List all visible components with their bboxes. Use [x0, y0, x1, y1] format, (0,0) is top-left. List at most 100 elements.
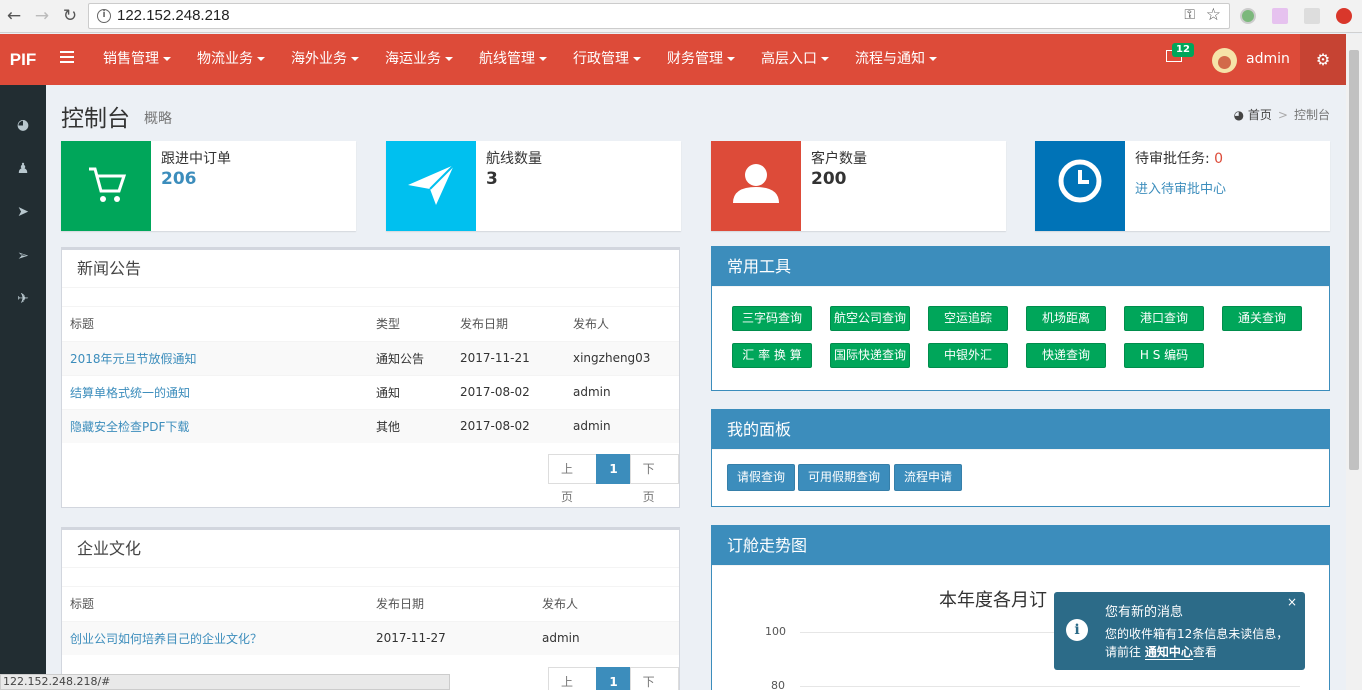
table-row: 结算单格式统一的通知 通知 2017-08-02 admin: [62, 374, 679, 409]
tool-airport-distance-button[interactable]: 机场距离: [1026, 306, 1106, 331]
plane-icon[interactable]: ✈: [15, 291, 31, 307]
tool-air-tracking-button[interactable]: 空运追踪: [928, 306, 1008, 331]
back-icon[interactable]: ←: [4, 6, 24, 26]
tool-exchange-rate-button[interactable]: 汇 率 换 算: [732, 343, 812, 368]
culture-table: 标题 发布日期 发布人 创业公司如何培养目己的企业文化？ 2017-11-27 …: [62, 587, 679, 655]
breadcrumb: ◕ 首页 > 控制台: [1233, 108, 1330, 122]
news-link[interactable]: 结算单格式统一的通知: [70, 386, 190, 400]
y-tick-label: 80: [771, 679, 785, 690]
cell-date: 2017-08-02: [452, 408, 565, 443]
extension-red-icon[interactable]: [1336, 8, 1352, 24]
culture-link[interactable]: 创业公司如何培养目己的企业文化？: [70, 632, 262, 646]
workflow-request-button[interactable]: 流程申请: [894, 464, 963, 491]
menu-finance[interactable]: 财务管理: [654, 34, 748, 85]
notification-center-link[interactable]: 通知中心: [1144, 645, 1193, 660]
breadcrumb-current: 控制台: [1293, 108, 1330, 122]
tool-iata-code-button[interactable]: 三字码查询: [732, 306, 812, 331]
username[interactable]: admin: [1246, 34, 1290, 85]
info-label: 航线数量: [486, 151, 542, 167]
menu-overseas[interactable]: 海外业务: [278, 34, 372, 85]
table-row: 创业公司如何培养目己的企业文化？ 2017-11-27 admin: [62, 620, 679, 655]
news-title: 新闻公告: [62, 250, 679, 288]
address-bar[interactable]: i 122.152.248.218 ⚿ ☆: [88, 3, 1230, 29]
approval-center-link[interactable]: 进入待审批中心: [1135, 178, 1226, 197]
add-user-icon[interactable]: ♟: [15, 161, 31, 177]
news-link[interactable]: 隐藏安全检查PDF下载: [70, 420, 189, 434]
tool-boc-forex-button[interactable]: 中银外汇: [928, 343, 1008, 368]
forward-icon[interactable]: →: [32, 6, 52, 26]
info-box-routes[interactable]: 航线数量 3: [386, 141, 681, 231]
table-row: 2018年元旦节放假通知 通知公告 2017-11-21 xingzheng03: [62, 340, 679, 375]
info-label: 跟进中订单: [161, 151, 231, 167]
page-1-button[interactable]: 1: [596, 667, 631, 690]
new-message-toast[interactable]: i 您有新的消息 您的收件箱有12条信息未读信息，请前往 通知中心查看 ×: [1054, 592, 1305, 670]
leave-query-button[interactable]: 请假查询: [727, 464, 796, 491]
bookmark-star-icon[interactable]: ☆: [1206, 5, 1221, 25]
prev-page-button[interactable]: 上页: [548, 454, 598, 504]
browser-status-bar: 122.152.248.218/#: [0, 674, 450, 690]
column-header: 标题: [62, 587, 368, 622]
tool-port-query-button[interactable]: 港口查询: [1124, 306, 1204, 331]
menu-route-management[interactable]: 航线管理: [466, 34, 560, 85]
key-icon[interactable]: ⚿: [1184, 7, 1195, 23]
column-header: 发布人: [534, 587, 679, 622]
tool-airline-button[interactable]: 航空公司查询: [830, 306, 910, 331]
menu-workflow[interactable]: 流程与通知: [842, 34, 950, 85]
info-value: 3: [486, 169, 498, 189]
close-icon[interactable]: ×: [1287, 595, 1297, 609]
paper-plane-icon[interactable]: ➢: [15, 248, 31, 264]
menu-ocean-freight[interactable]: 海运业务: [372, 34, 466, 85]
toast-message: 您的收件箱有12条信息未读信息，请前往 通知中心查看: [1105, 627, 1289, 660]
cell-author: admin: [565, 408, 679, 443]
available-leave-button[interactable]: 可用假期查询: [798, 464, 891, 491]
my-panel-box: 我的面板 请假查询 可用假期查询 流程申请: [711, 409, 1330, 507]
menu-administration[interactable]: 行政管理: [560, 34, 654, 85]
extension-green-icon[interactable]: [1240, 8, 1256, 24]
scrollbar-thumb[interactable]: [1349, 50, 1359, 470]
info-label: 客户数量: [811, 151, 867, 167]
culture-title: 企业文化: [62, 530, 679, 568]
info-box-approvals[interactable]: 待审批任务: 0 进入待审批中心: [1035, 141, 1330, 231]
page-1-button[interactable]: 1: [596, 454, 631, 484]
info-icon: i: [1066, 619, 1088, 641]
column-header: 发布日期: [368, 587, 534, 622]
tool-intl-express-button[interactable]: 国际快递查询: [830, 343, 910, 368]
info-box-customers[interactable]: 客户数量 200: [711, 141, 1006, 231]
cell-type: 其他: [368, 408, 452, 443]
next-page-button[interactable]: 下页: [629, 667, 679, 690]
menu-logistics[interactable]: 物流业务: [184, 34, 278, 85]
cell-date: 2017-08-02: [452, 374, 565, 409]
menu-executive[interactable]: 高层入口: [748, 34, 842, 85]
tool-hs-code-button[interactable]: H S 编码: [1124, 343, 1204, 368]
breadcrumb-home[interactable]: 首页: [1248, 108, 1272, 122]
dashboard-icon[interactable]: ◕: [15, 117, 31, 133]
info-box-orders[interactable]: 跟进中订单 206: [61, 141, 356, 231]
menu-sales[interactable]: 销售管理: [90, 34, 184, 85]
booking-chart-title: 订舱走势图: [712, 526, 1329, 566]
page-scrollbar[interactable]: [1346, 34, 1362, 690]
cell-type: 通知公告: [368, 340, 452, 375]
app-logo[interactable]: PIF: [0, 34, 46, 85]
main-menu: 销售管理 物流业务 海外业务 海运业务 航线管理 行政管理 财务管理 高层入口 …: [90, 34, 950, 85]
gears-icon[interactable]: ⚙: [1300, 34, 1346, 85]
dashboard-small-icon: ◕: [1233, 108, 1245, 122]
reload-icon[interactable]: ↻: [60, 6, 80, 26]
next-page-button[interactable]: 下页: [629, 454, 679, 504]
cell-author: admin: [565, 374, 679, 409]
site-info-icon[interactable]: i: [97, 9, 111, 23]
tools-title: 常用工具: [712, 247, 1329, 287]
culture-box: 企业文化 标题 发布日期 发布人 创业公司如何培养目己的企业文化？ 2017-1…: [61, 527, 680, 690]
mail-count-badge: 12: [1172, 43, 1194, 57]
chart-title: 本年度各月订: [939, 590, 1047, 611]
sidebar-toggle-icon[interactable]: [60, 51, 74, 63]
prev-page-button[interactable]: 上页: [548, 667, 598, 690]
extension-purple-icon[interactable]: [1272, 8, 1288, 24]
avatar[interactable]: [1212, 48, 1237, 73]
news-table: 标题 类型 发布日期 发布人 2018年元旦节放假通知 通知公告 2017-11…: [62, 307, 679, 443]
news-link[interactable]: 2018年元旦节放假通知: [70, 352, 197, 366]
tool-customs-button[interactable]: 通关查询: [1222, 306, 1302, 331]
extension-gray-icon[interactable]: [1304, 8, 1320, 24]
send-icon[interactable]: ➤: [15, 204, 31, 220]
tool-express-query-button[interactable]: 快递查询: [1026, 343, 1106, 368]
info-value: 206: [161, 169, 197, 189]
